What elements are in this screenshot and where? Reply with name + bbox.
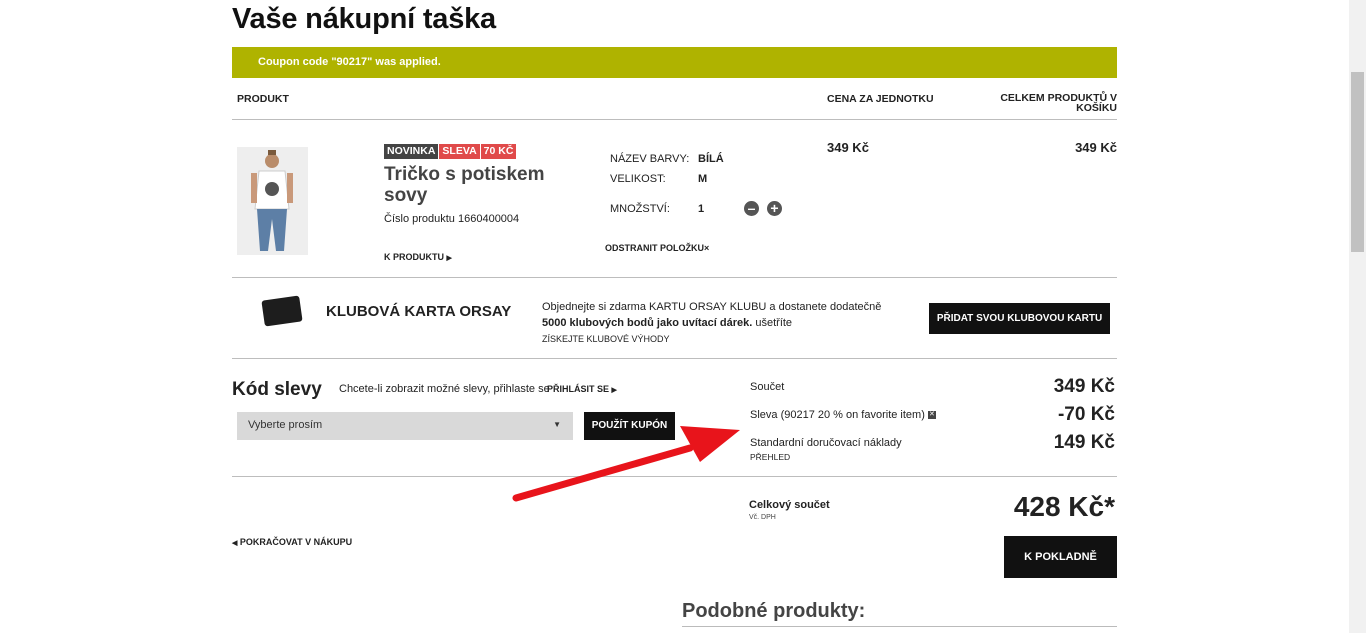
discount-code-title: Kód slevy	[232, 379, 322, 400]
login-label: PŘIHLÁSIT SE	[547, 384, 610, 394]
quantity-decrease-button[interactable]: –	[744, 201, 759, 216]
grand-total-vat-note: Vč. DPH	[749, 514, 776, 521]
login-link[interactable]: PŘIHLÁSIT SE ▶	[547, 384, 617, 394]
chevron-right-icon: ▶	[446, 255, 452, 262]
badge-new: NOVINKA	[384, 144, 439, 159]
similar-products-title: Podobné produkty:	[682, 600, 866, 622]
subtotal-label: Součet	[750, 381, 785, 393]
shipping-overview-link[interactable]: PŘEHLED	[750, 452, 790, 462]
remove-discount-icon[interactable]: ✕	[927, 411, 936, 420]
column-header-total: CELKEM PRODUKTŮ V KOŠÍKU	[1000, 92, 1117, 114]
club-text-plain: Objednejte si zdarma KARTU ORSAY KLUBU a…	[542, 301, 882, 313]
color-value: BÍLÁ	[698, 153, 724, 165]
divider	[232, 119, 1117, 120]
divider	[232, 277, 1117, 278]
page-title: Vaše nákupní taška	[232, 3, 496, 35]
divider	[682, 626, 1117, 627]
size-label: VELIKOST:	[610, 173, 666, 185]
club-card-title: KLUBOVÁ KARTA ORSAY	[326, 303, 512, 320]
color-label: NÁZEV BARVY:	[610, 153, 690, 165]
remove-item-label: ODSTRANIT POLOŽKU	[605, 243, 704, 253]
coupon-select-value: Vyberte prosím	[248, 419, 323, 431]
cart-container: Vaše nákupní taška Coupon code "90217" w…	[232, 0, 1117, 633]
divider	[232, 358, 1117, 359]
chevron-left-icon: ◀	[232, 540, 238, 547]
size-value: M	[698, 173, 708, 185]
discount-value: -70 Kč	[1057, 404, 1115, 425]
grand-total-label: Celkový součet	[749, 499, 830, 511]
minus-icon: –	[747, 200, 756, 216]
product-name[interactable]: Tričko s potiskem sovy	[384, 164, 584, 206]
remove-item-link[interactable]: ODSTRANIT POLOŽKU×	[605, 243, 709, 253]
continue-shopping-link[interactable]: ◀ POKRAČOVAT V NÁKUPU	[232, 537, 352, 547]
annotation-arrow-icon	[512, 426, 740, 502]
badge-sale: SLEVA	[439, 144, 480, 159]
badge-discount-amount: 70 KČ	[480, 144, 517, 159]
discount-login-hint: Chcete-li zobrazit možné slevy, přihlast…	[339, 383, 550, 395]
product-badges: NOVINKA SLEVA 70 KČ	[384, 144, 517, 159]
product-image[interactable]	[237, 147, 308, 255]
quantity-value: 1	[698, 203, 705, 215]
grand-total-value: 428 Kč*	[1013, 491, 1115, 522]
quantity-label: MNOŽSTVÍ:	[610, 203, 670, 215]
club-text-tail: ušetříte	[752, 317, 793, 329]
line-total-price: 349 Kč	[1075, 140, 1117, 155]
discount-line-text: Sleva (90217 20 % on favorite item)	[750, 409, 925, 421]
shipping-value: 149 Kč	[1053, 432, 1115, 453]
column-header-unit-price: CENA ZA JEDNOTKU	[827, 93, 934, 105]
to-product-label: K PRODUKTU	[384, 252, 444, 262]
checkout-button[interactable]: K POKLADNĚ	[1004, 536, 1117, 578]
club-benefits-link[interactable]: ZÍSKEJTE KLUBOVÉ VÝHODY	[542, 334, 670, 344]
shipping-label: Standardní doručovací náklady	[750, 437, 902, 449]
subtotal-value: 349 Kč	[1053, 376, 1115, 397]
column-header-product: PRODUKT	[237, 93, 289, 105]
quantity-increase-button[interactable]: +	[767, 201, 782, 216]
club-card-icon	[261, 295, 303, 327]
chevron-right-icon: ▶	[611, 387, 617, 394]
page-scrollbar[interactable]	[1349, 0, 1366, 633]
close-icon: ×	[704, 243, 710, 253]
plus-icon: +	[770, 200, 779, 216]
scrollbar-thumb[interactable]	[1351, 72, 1364, 252]
discount-line-label: Sleva (90217 20 % on favorite item) ✕	[750, 409, 936, 421]
coupon-applied-banner: Coupon code "90217" was applied.	[232, 47, 1117, 78]
unit-price: 349 Kč	[827, 140, 869, 155]
product-number: Číslo produktu 1660400004	[384, 213, 520, 225]
to-product-link[interactable]: K PRODUKTU ▶	[384, 252, 452, 262]
club-card-description: Objednejte si zdarma KARTU ORSAY KLUBU a…	[542, 299, 892, 331]
add-club-card-button[interactable]: PŘIDAT SVOU KLUBOVOU KARTU	[929, 303, 1110, 334]
continue-shopping-label: POKRAČOVAT V NÁKUPU	[239, 537, 353, 547]
club-text-bold: 5000 klubových bodů jako uvítací dárek.	[542, 317, 753, 329]
